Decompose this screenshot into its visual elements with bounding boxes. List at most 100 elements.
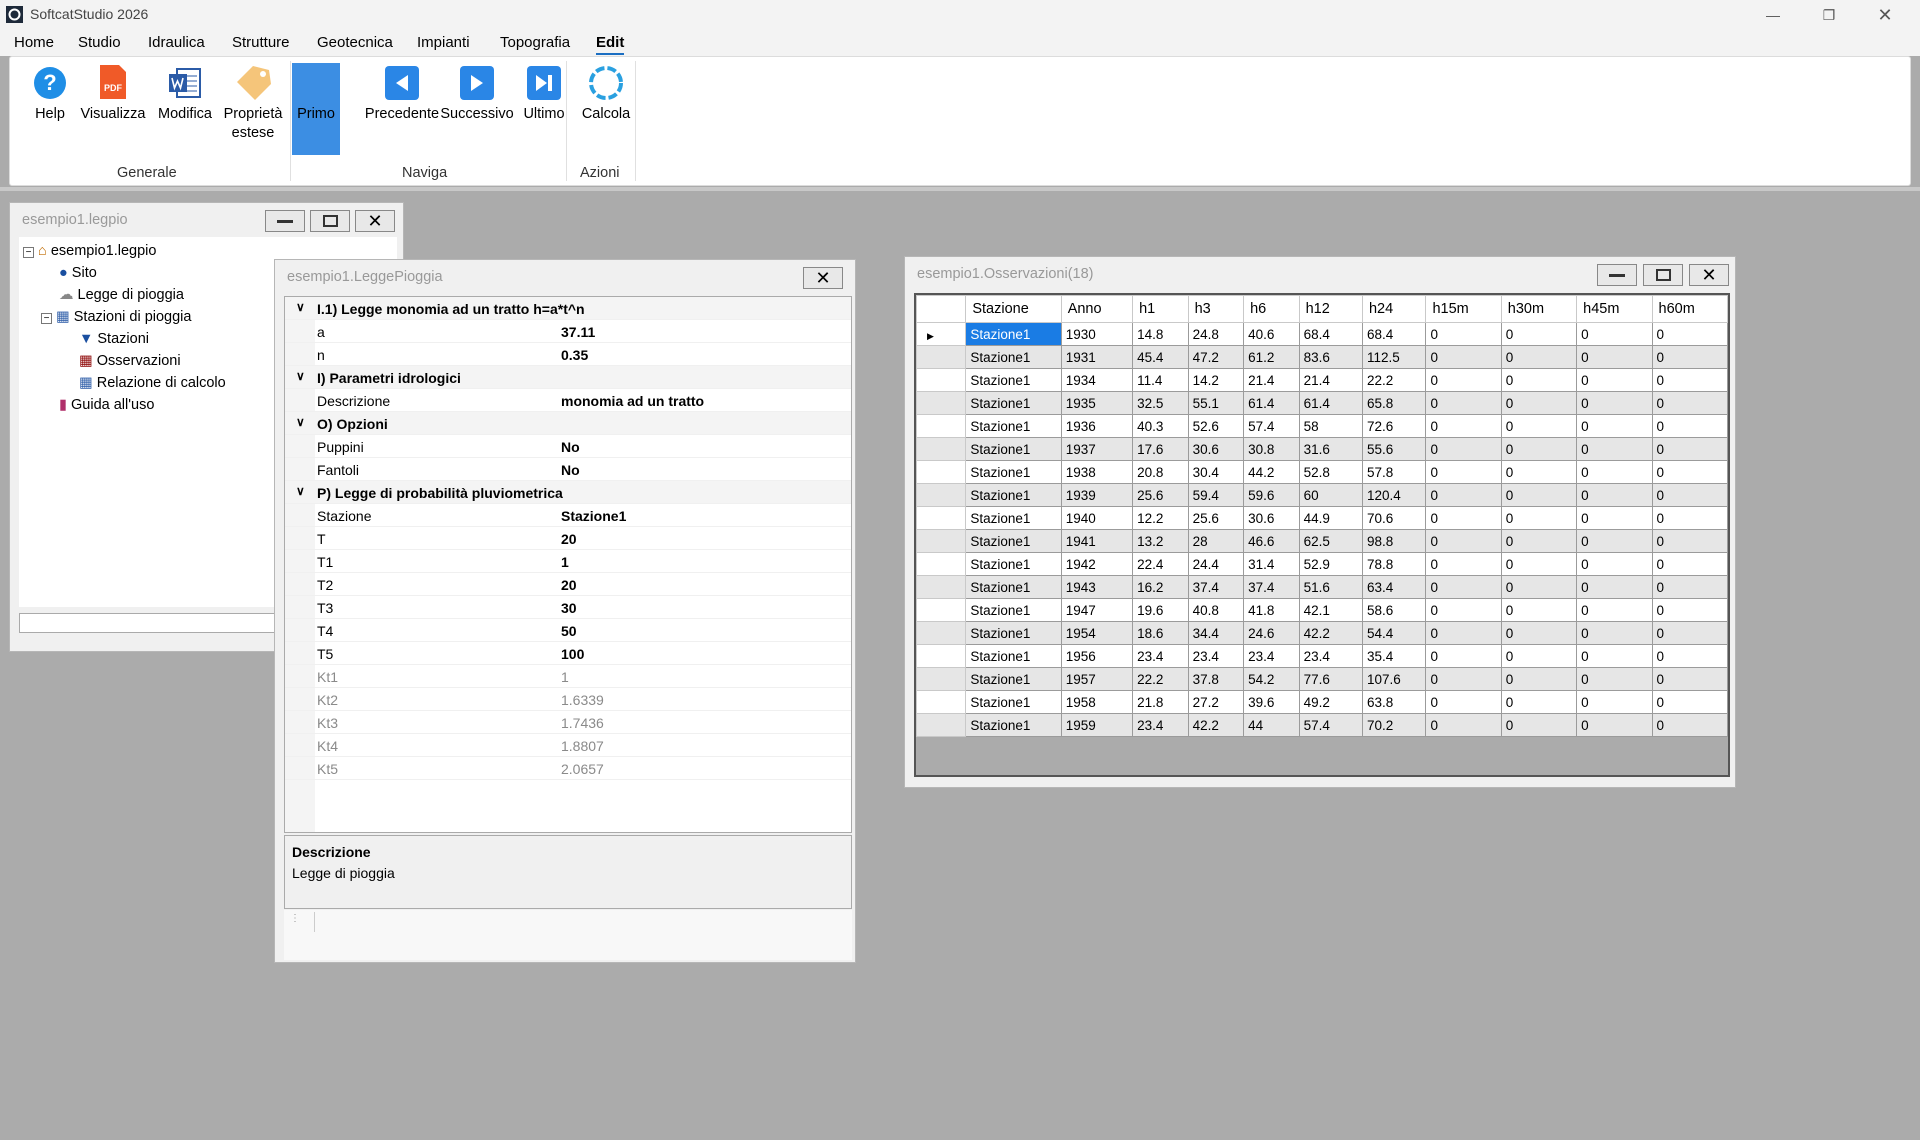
table-cell[interactable]: 0 (1425, 690, 1502, 714)
osservazioni-window[interactable]: esempio1.Osservazioni(18) ✕ Stazione Anno… (904, 256, 1736, 788)
table-row[interactable]: Stazione1 1939 25.6 59.4 59.6 60 120.4 0 0 0 0 (915, 483, 1729, 507)
row-header[interactable] (915, 552, 967, 576)
table-cell[interactable]: 0 (1500, 667, 1578, 691)
table-cell[interactable]: 58.6 (1361, 598, 1427, 622)
property-value[interactable]: monomia ad un tratto (561, 393, 704, 409)
table-cell[interactable]: 28 (1187, 529, 1245, 553)
table-cell[interactable]: 0 (1425, 529, 1502, 553)
table-cell[interactable]: Stazione1 (965, 529, 1062, 553)
table-cell[interactable]: 98.8 (1361, 529, 1427, 553)
row-header[interactable] (915, 621, 967, 645)
table-cell[interactable]: 0 (1425, 598, 1502, 622)
table-cell[interactable]: 0 (1500, 437, 1578, 461)
table-cell[interactable]: 42.2 (1187, 713, 1245, 737)
visualizza-button[interactable]: PDF Visualizza (70, 63, 156, 124)
close-icon[interactable]: ✕ (803, 267, 843, 289)
property-row[interactable]: n 0.35 (285, 343, 851, 366)
table-cell[interactable]: 0 (1425, 391, 1502, 415)
table-cell[interactable]: 0 (1425, 460, 1502, 484)
menu-impianti[interactable]: Impianti (417, 34, 470, 51)
table-cell[interactable]: 0 (1576, 483, 1653, 507)
table-row[interactable]: Stazione1 1957 22.2 37.8 54.2 77.6 107.6 0 0 0 0 (915, 667, 1729, 691)
property-row[interactable]: Kt2 1.6339 (285, 688, 851, 711)
row-header[interactable] (915, 460, 967, 484)
table-cell[interactable]: 44 (1243, 713, 1300, 737)
table-cell[interactable]: 0 (1576, 529, 1653, 553)
property-value[interactable]: 1 (561, 669, 569, 685)
table-cell[interactable]: 25.6 (1187, 506, 1245, 530)
tree-node-guida[interactable]: ▮ Guida all'uso (59, 397, 154, 413)
chevron-down-icon[interactable]: ∨ (296, 415, 305, 429)
table-cell[interactable]: 30.6 (1187, 437, 1245, 461)
tree-node-osservazioni[interactable]: ▦ Osservazioni (79, 353, 181, 369)
table-cell[interactable]: 78.8 (1361, 552, 1427, 576)
table-cell[interactable]: 61.2 (1243, 345, 1300, 369)
table-cell[interactable]: Stazione1 (965, 644, 1062, 668)
column-header[interactable]: h60m (1651, 295, 1729, 323)
table-cell[interactable]: 0 (1576, 713, 1653, 737)
table-cell[interactable]: 61.4 (1298, 391, 1363, 415)
menu-idraulica[interactable]: Idraulica (148, 34, 205, 51)
table-cell[interactable]: 24.8 (1187, 322, 1245, 346)
table-cell[interactable]: 52.6 (1187, 414, 1245, 438)
table-cell[interactable]: 16.2 (1132, 575, 1189, 599)
table-cell[interactable]: 23.4 (1132, 713, 1189, 737)
table-cell[interactable]: 120.4 (1361, 483, 1427, 507)
table-cell[interactable]: 52.8 (1298, 460, 1363, 484)
table-cell[interactable]: 0 (1425, 575, 1502, 599)
table-cell[interactable]: 37.4 (1187, 575, 1245, 599)
property-value[interactable]: 1.8807 (561, 738, 604, 754)
table-cell[interactable]: 55.6 (1361, 437, 1427, 461)
osservazioni-window-titlebar[interactable]: esempio1.Osservazioni(18) ✕ (905, 257, 1735, 289)
table-cell[interactable]: 40.6 (1243, 322, 1300, 346)
table-cell[interactable]: 1959 (1060, 713, 1134, 737)
table-cell[interactable]: 0 (1576, 621, 1653, 645)
table-cell[interactable]: 72.6 (1361, 414, 1427, 438)
property-row[interactable]: a 37.11 (285, 320, 851, 343)
table-cell[interactable]: 0 (1500, 644, 1578, 668)
tree-node-root[interactable]: − ⌂ esempio1.legpio (23, 243, 156, 259)
table-cell[interactable]: 0 (1500, 621, 1578, 645)
table-cell[interactable]: 65.8 (1361, 391, 1427, 415)
table-cell[interactable]: 0 (1500, 552, 1578, 576)
table-cell[interactable]: 70.6 (1361, 506, 1427, 530)
table-cell[interactable]: 0 (1500, 483, 1578, 507)
table-cell[interactable]: Stazione1 (965, 667, 1062, 691)
maximize-icon[interactable] (1643, 264, 1683, 286)
menu-topografia[interactable]: Topografia (500, 34, 570, 51)
table-cell[interactable]: 0 (1576, 322, 1653, 346)
table-cell[interactable]: 54.4 (1361, 621, 1427, 645)
table-cell[interactable]: 57.4 (1298, 713, 1363, 737)
table-cell[interactable]: 0 (1651, 621, 1729, 645)
table-cell[interactable]: 0 (1576, 368, 1653, 392)
legge-pioggia-window[interactable]: esempio1.LeggePioggia ✕ ∨ I.1) Legge mono… (274, 259, 856, 963)
table-cell[interactable]: 0 (1425, 506, 1502, 530)
table-cell[interactable]: 42.1 (1298, 598, 1363, 622)
table-cell[interactable]: 0 (1651, 690, 1729, 714)
tree-node-relazione[interactable]: ▦ Relazione di calcolo (79, 375, 226, 391)
table-cell[interactable]: 1939 (1060, 483, 1134, 507)
table-cell[interactable]: 44.9 (1298, 506, 1363, 530)
table-cell[interactable]: 21.4 (1298, 368, 1363, 392)
table-cell[interactable]: 32.5 (1132, 391, 1189, 415)
property-row[interactable]: T2 20 (285, 573, 851, 596)
column-header[interactable]: Stazione (965, 295, 1062, 323)
property-row[interactable]: Kt3 1.7436 (285, 711, 851, 734)
table-cell[interactable]: 60 (1298, 483, 1363, 507)
table-cell[interactable]: 63.8 (1361, 690, 1427, 714)
property-value[interactable]: 37.11 (561, 324, 595, 340)
property-value[interactable]: No (561, 462, 580, 478)
property-value[interactable]: 20 (561, 531, 577, 547)
table-cell[interactable]: Stazione1 (965, 322, 1062, 346)
table-cell[interactable]: Stazione1 (965, 391, 1062, 415)
table-cell[interactable]: 1930 (1060, 322, 1134, 346)
table-cell[interactable]: 49.2 (1298, 690, 1363, 714)
property-row[interactable]: Descrizione monomia ad un tratto (285, 389, 851, 412)
table-cell[interactable]: 12.2 (1132, 506, 1189, 530)
column-header[interactable]: h3 (1187, 295, 1245, 323)
table-cell[interactable]: 34.4 (1187, 621, 1245, 645)
table-cell[interactable]: 70.2 (1361, 713, 1427, 737)
table-cell[interactable]: 0 (1651, 575, 1729, 599)
property-value[interactable]: 1.7436 (561, 715, 604, 731)
row-header[interactable] (915, 690, 967, 714)
